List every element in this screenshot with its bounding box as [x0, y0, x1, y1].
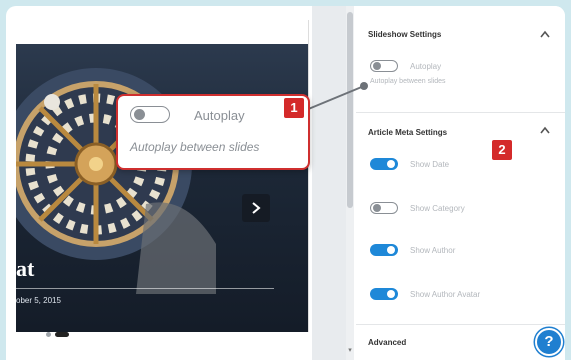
slide-pagination: [46, 332, 69, 337]
scroll-down-icon[interactable]: ▾: [346, 346, 354, 354]
show-date-row[interactable]: Show Date: [370, 158, 449, 170]
help-icon[interactable]: ?: [535, 328, 563, 356]
slide-date: ober 5, 2015: [16, 296, 61, 305]
section-divider: [356, 324, 565, 325]
show-date-label: Show Date: [410, 159, 450, 169]
show-author-avatar-toggle[interactable]: [370, 288, 398, 300]
annotation-badge-1: 1: [284, 98, 304, 118]
autoplay-label: Autoplay: [410, 61, 442, 71]
show-author-toggle[interactable]: [370, 244, 398, 256]
show-author-avatar-row[interactable]: Show Author Avatar: [370, 288, 480, 300]
show-category-label: Show Category: [410, 203, 465, 213]
scrollbar-thumb[interactable]: [347, 12, 353, 208]
callout-autoplay-description: Autoplay between slides: [130, 140, 260, 154]
advanced-settings-title[interactable]: Advanced: [368, 338, 406, 347]
toggle-knob: [387, 290, 395, 298]
toggle-knob: [373, 62, 381, 70]
autoplay-toggle-zoomed[interactable]: [130, 106, 170, 123]
slide-artwork: [16, 68, 216, 294]
editor-gutter: [312, 6, 350, 360]
chevron-up-icon[interactable]: [540, 30, 550, 38]
slideshow-settings-title: Slideshow Settings: [368, 30, 442, 39]
slide-title: at: [16, 256, 35, 281]
pagination-dot[interactable]: [46, 332, 51, 337]
article-meta-settings-title: Article Meta Settings: [368, 128, 448, 137]
section-divider: [356, 112, 565, 113]
toggle-knob: [373, 204, 381, 212]
show-author-avatar-label: Show Author Avatar: [410, 289, 481, 299]
callout-autoplay-label: Autoplay: [194, 108, 245, 123]
autoplay-row[interactable]: Autoplay: [370, 60, 441, 72]
toggle-knob: [387, 246, 395, 254]
chevron-up-icon[interactable]: [540, 126, 550, 134]
pagination-dot-active[interactable]: [55, 332, 69, 337]
autoplay-description: Autoplay between slides: [370, 78, 446, 85]
show-date-toggle[interactable]: [370, 158, 398, 170]
toggle-knob: [387, 160, 395, 168]
next-slide-button[interactable]: [242, 194, 270, 222]
show-author-row[interactable]: Show Author: [370, 244, 455, 256]
show-author-label: Show Author: [410, 245, 456, 255]
next-arrow-icon: [252, 202, 261, 214]
settings-sidebar: Slideshow Settings Autoplay Autoplay bet…: [356, 6, 565, 360]
show-category-row[interactable]: Show Category: [370, 202, 465, 214]
toggle-knob: [134, 108, 145, 120]
slide-image: at ober 5, 2015: [16, 44, 308, 332]
show-category-toggle[interactable]: [370, 202, 398, 214]
autoplay-toggle[interactable]: [370, 60, 398, 72]
app-frame: at ober 5, 2015 ▾ Slideshow Settings Aut…: [6, 6, 565, 360]
slide-divider: [16, 288, 274, 289]
autoplay-zoom-callout: Autoplay Autoplay between slides: [116, 94, 310, 170]
annotation-badge-2: 2: [492, 140, 512, 160]
slideshow-preview: at ober 5, 2015: [16, 20, 309, 332]
